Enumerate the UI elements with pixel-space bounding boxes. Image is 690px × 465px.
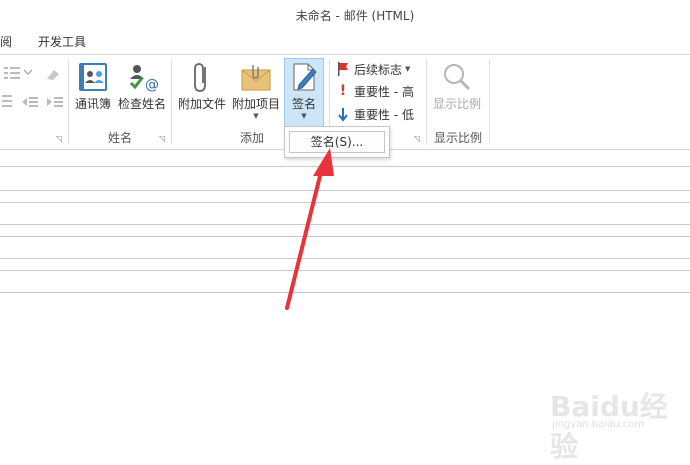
watermark-url: jingyan.baidu.com <box>552 419 645 430</box>
annotation-arrow <box>285 148 334 310</box>
watermark-logo: Baidu经验 jingyan.baidu.com <box>530 385 680 463</box>
